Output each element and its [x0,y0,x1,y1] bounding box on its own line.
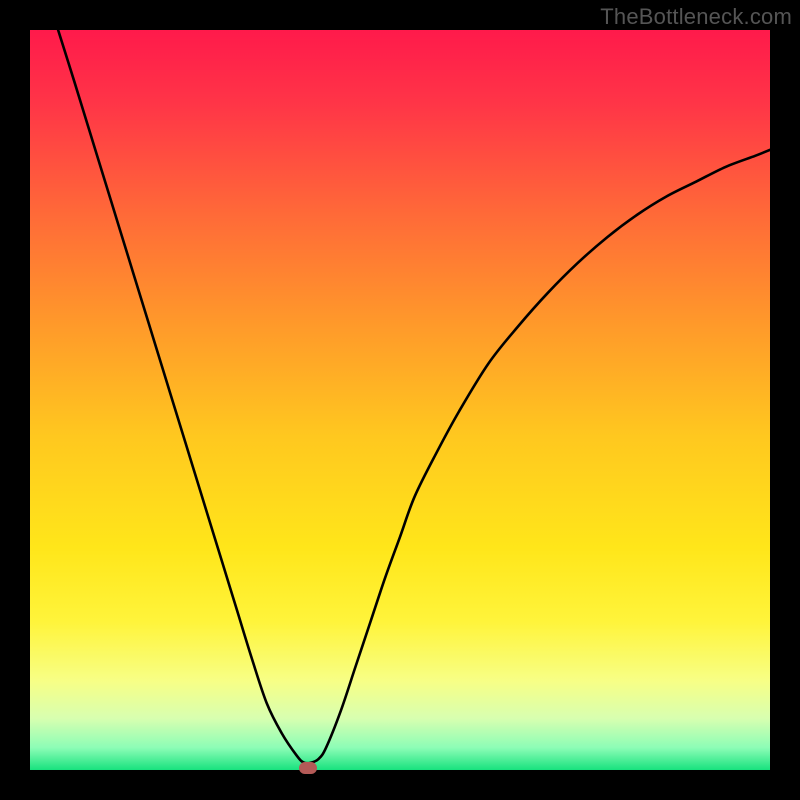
gradient-background [30,30,770,770]
watermark-text: TheBottleneck.com [600,4,792,30]
optimum-marker [299,762,317,774]
plot-area [30,30,770,770]
chart-frame: TheBottleneck.com [0,0,800,800]
